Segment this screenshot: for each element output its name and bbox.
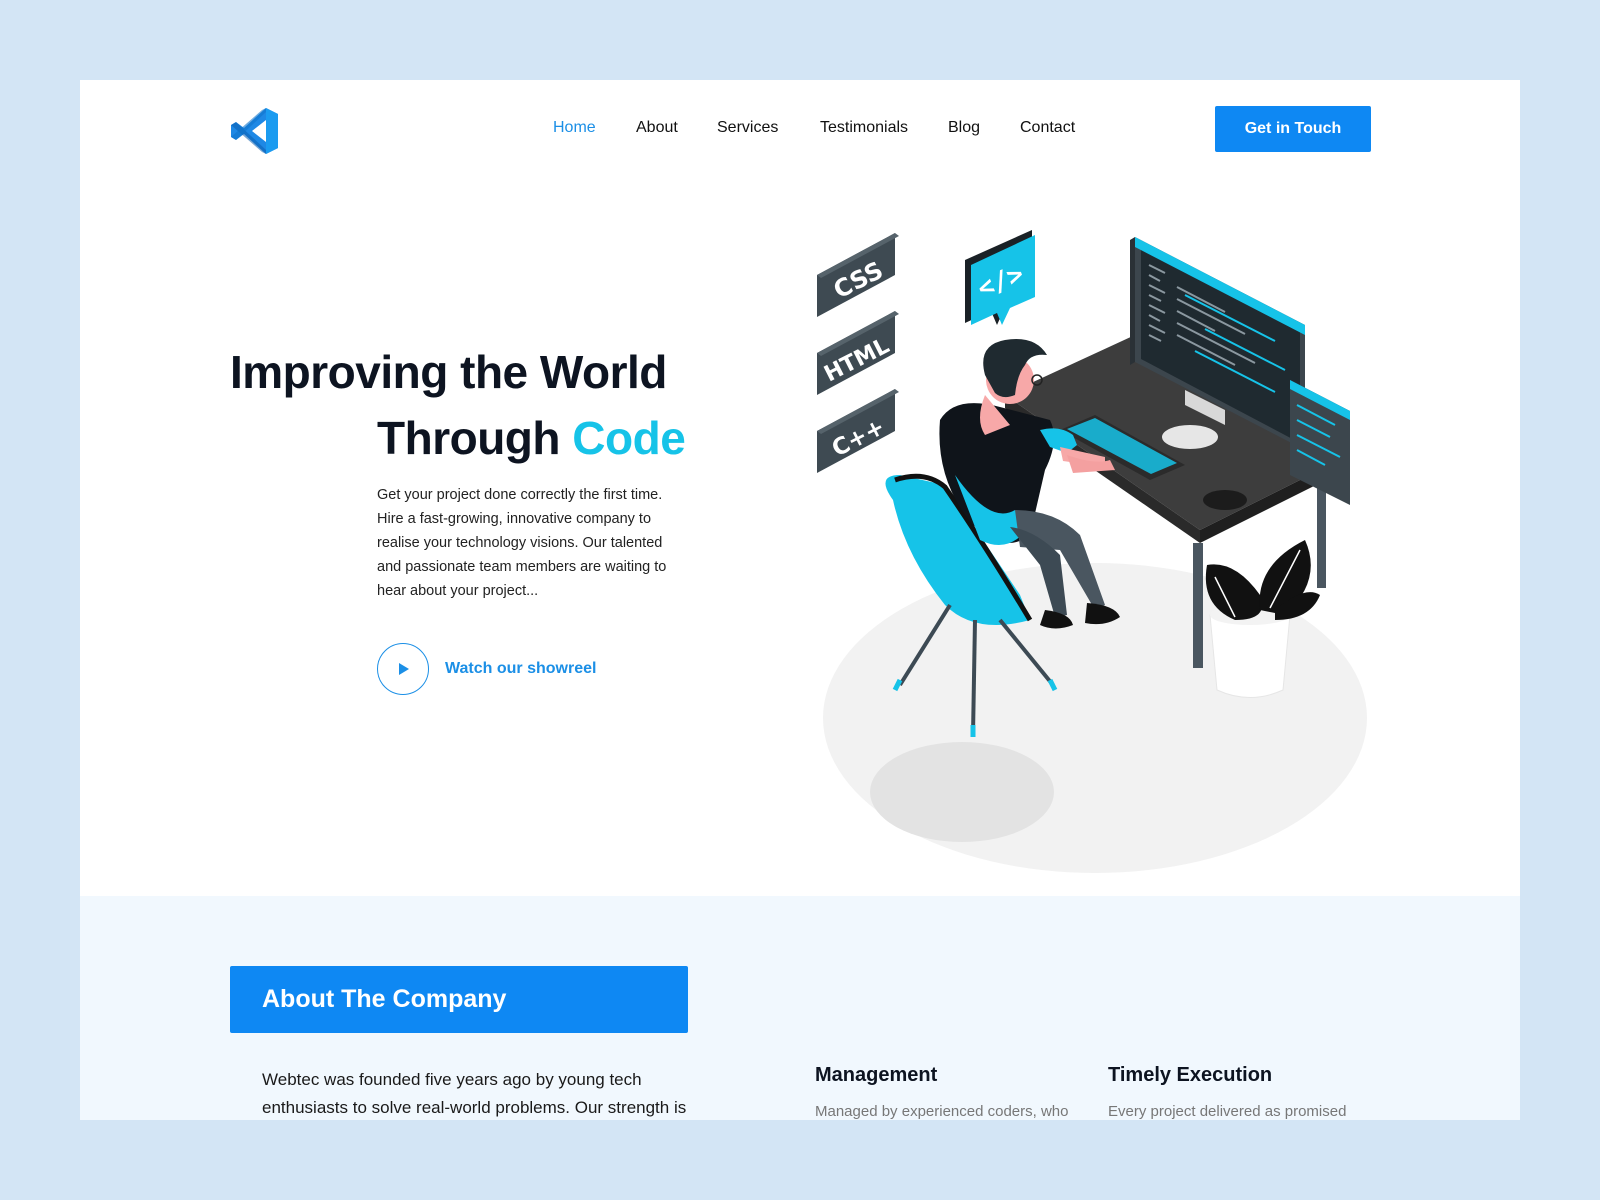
nav-item-testimonials[interactable]: Testimonials — [820, 119, 908, 137]
cpp-badge: C++ — [817, 389, 899, 473]
showreel-label: Watch our showreel — [445, 660, 597, 677]
watch-showreel-link[interactable]: Watch our showreel — [377, 643, 596, 695]
feature-title-management: Management — [815, 1064, 938, 1086]
nav-item-about[interactable]: About — [636, 119, 678, 137]
about-text: Webtec was founded five years ago by you… — [262, 1070, 687, 1117]
mouse — [1203, 490, 1247, 510]
play-button[interactable] — [377, 643, 429, 695]
hero-title-line-2: Through Code — [377, 411, 686, 465]
feature-title-timely-execution: Timely Execution — [1108, 1064, 1273, 1086]
code-bubble: </> — [965, 230, 1035, 325]
play-icon — [399, 663, 409, 675]
nav-item-blog[interactable]: Blog — [948, 119, 980, 137]
css-badge: CSS — [817, 233, 899, 317]
hero-title-through: Through — [377, 412, 561, 464]
logo-icon[interactable] — [230, 106, 280, 156]
developer-illustration: CSS HTML C++ </> — [817, 230, 1367, 873]
about-heading: About The Company — [230, 966, 688, 1033]
hero-title-accent: Code — [572, 412, 686, 464]
get-in-touch-button[interactable]: Get in Touch — [1215, 106, 1371, 152]
nav-item-home[interactable]: Home — [553, 119, 596, 137]
feature-desc-timely-execution: Every project delivered as promised — [1108, 1103, 1347, 1120]
desk-leg — [1193, 543, 1203, 668]
nav-item-services[interactable]: Services — [717, 119, 778, 137]
about-section: About The Company Webtec was founded fiv… — [80, 896, 1520, 1120]
hero-description: Get your project done correctly the firs… — [377, 487, 667, 599]
html-badge: HTML — [817, 311, 899, 395]
nav-item-contact[interactable]: Contact — [1020, 119, 1075, 137]
chair-shadow — [870, 742, 1054, 842]
feature-desc-management: Managed by experienced coders, who — [815, 1103, 1069, 1120]
page-frame: Home About Services Testimonials Blog Co… — [80, 80, 1520, 1120]
hero-title-line-1: Improving the World — [230, 346, 667, 398]
